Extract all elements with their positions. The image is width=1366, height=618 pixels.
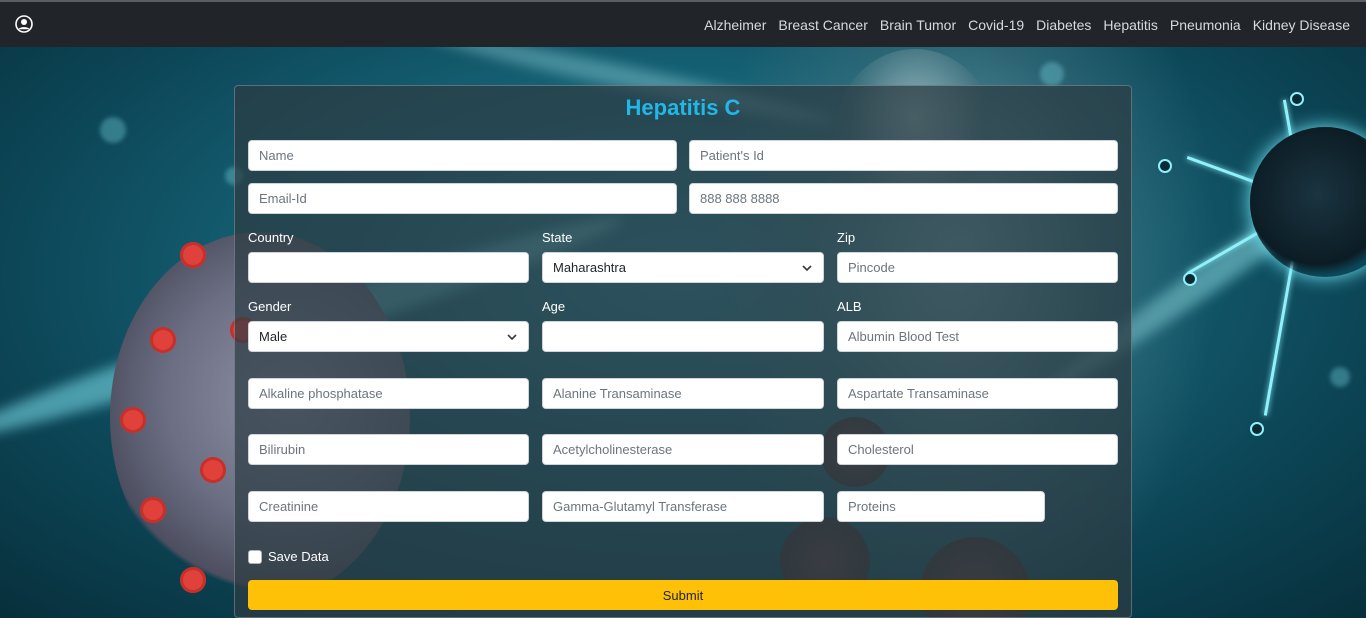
save-data-checkbox[interactable] — [248, 549, 262, 564]
cholesterol-input[interactable] — [837, 434, 1118, 465]
gender-select-value: Male — [259, 329, 288, 344]
creatinine-input[interactable] — [248, 491, 529, 522]
age-input[interactable] — [542, 321, 824, 352]
gender-label: Gender — [248, 299, 292, 314]
alb-input[interactable] — [837, 321, 1118, 352]
nav-link-pneumonia[interactable]: Pneumonia — [1170, 17, 1241, 33]
zip-input[interactable] — [837, 252, 1118, 283]
hepatitis-form-card: Hepatitis C Country State Zip Maharashtr… — [234, 85, 1132, 618]
nav-link-hepatitis[interactable]: Hepatitis — [1103, 17, 1157, 33]
state-label: State — [542, 230, 573, 245]
country-input[interactable] — [248, 252, 529, 283]
alb-label: ALB — [837, 299, 862, 314]
chevron-down-icon — [507, 334, 517, 341]
nav-link-alzheimer[interactable]: Alzheimer — [704, 17, 766, 33]
bilirubin-input[interactable] — [248, 434, 529, 465]
acetylcholinesterase-input[interactable] — [542, 434, 824, 465]
chevron-down-icon — [802, 265, 812, 272]
patient-id-input[interactable] — [689, 140, 1118, 171]
state-select-value: Maharashtra — [553, 260, 626, 275]
nav-link-diabetes[interactable]: Diabetes — [1036, 17, 1091, 33]
proteins-input[interactable] — [837, 491, 1045, 522]
zip-label: Zip — [837, 230, 856, 245]
navbar: Alzheimer Breast Cancer Brain Tumor Covi… — [0, 0, 1366, 47]
alt-input[interactable] — [542, 378, 824, 409]
state-select[interactable]: Maharashtra — [542, 252, 824, 283]
phone-input[interactable] — [689, 183, 1118, 214]
save-data-option[interactable]: Save Data — [248, 549, 329, 564]
email-input[interactable] — [248, 183, 677, 214]
save-data-label: Save Data — [268, 549, 329, 564]
nav-link-brain-tumor[interactable]: Brain Tumor — [880, 17, 956, 33]
form-title: Hepatitis C — [625, 95, 741, 120]
age-label: Age — [542, 299, 566, 314]
country-label: Country — [248, 230, 294, 245]
submit-button[interactable]: Submit — [248, 580, 1118, 610]
nav-link-covid-19[interactable]: Covid-19 — [968, 17, 1024, 33]
name-input[interactable] — [248, 140, 677, 171]
ggt-input[interactable] — [542, 491, 824, 522]
alp-input[interactable] — [248, 378, 529, 409]
nav-link-breast-cancer[interactable]: Breast Cancer — [778, 17, 867, 33]
ast-input[interactable] — [837, 378, 1118, 409]
user-circle-icon[interactable] — [15, 15, 33, 33]
nav-links: Alzheimer Breast Cancer Brain Tumor Covi… — [698, 2, 1356, 47]
nav-link-kidney-disease[interactable]: Kidney Disease — [1253, 17, 1350, 33]
gender-select[interactable]: Male — [248, 321, 529, 352]
